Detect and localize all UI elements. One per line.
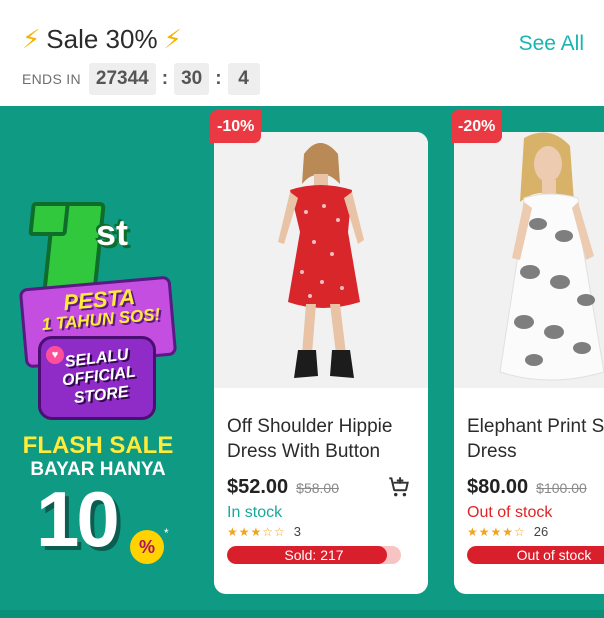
sale-title: ⚡ Sale 30% ⚡ [22, 24, 182, 55]
discount-badge: -10% [210, 110, 262, 143]
rating-stars: ★★★☆☆ [227, 524, 286, 539]
stock-status: In stock [227, 504, 283, 521]
price-row: $80.00 $100.00 [467, 476, 587, 499]
red-dress-photo [214, 132, 428, 388]
rating-stars: ★★★★☆ [467, 524, 526, 539]
price-number: 10 [36, 475, 120, 563]
rating-row: ★★★★☆ 26 [467, 524, 548, 539]
elephant-dress-photo [454, 132, 604, 388]
flash-sale-header: ⚡ Sale 30% ⚡ See All ENDS IN 27344 : 30 … [0, 0, 604, 106]
lightning-icon: ⚡ [22, 24, 41, 54]
stock-status: Out of stock [467, 504, 553, 521]
product-name[interactable]: Elephant Print Swing Dress [467, 414, 604, 464]
promo-banner[interactable]: st PESTA 1 TAHUN SOS! ♥ SELALU OFFICIAL … [0, 106, 210, 618]
timer-separator: : [161, 68, 169, 89]
current-price: $52.00 [227, 476, 289, 498]
product-card[interactable]: Elephant Print Swing Dress $80.00 $100.0… [454, 132, 604, 594]
price-row: $52.00 $58.00 [227, 476, 339, 499]
timer-hours: 27344 [88, 63, 156, 95]
lightning-icon: ⚡ [163, 24, 182, 54]
add-to-cart-icon[interactable] [386, 474, 412, 500]
promo-section: st PESTA 1 TAHUN SOS! ♥ SELALU OFFICIAL … [0, 106, 604, 618]
see-all-link[interactable]: See All [519, 32, 584, 56]
sold-progress-label: Sold: 217 [284, 547, 344, 563]
sold-progress-bar: Out of stock [467, 546, 604, 564]
asterisk: * [164, 526, 169, 540]
original-price: $58.00 [296, 480, 339, 496]
ends-in-label: ENDS IN [22, 71, 81, 87]
product-name[interactable]: Off Shoulder Hippie Dress With Button [227, 414, 423, 464]
rank-suffix: st [96, 212, 129, 253]
sale-title-text: Sale 30% [46, 24, 158, 54]
original-price: $100.00 [536, 480, 587, 496]
timer-minutes: 30 [174, 63, 210, 95]
review-count: 26 [533, 524, 549, 539]
flash-sale-label: FLASH SALE [22, 432, 174, 459]
timer-separator: : [215, 68, 222, 89]
discount-badge: -20% [451, 110, 503, 143]
current-price: $80.00 [467, 476, 529, 498]
sold-progress-label: Out of stock [516, 547, 592, 563]
rating-row: ★★★☆☆ 3 [227, 524, 301, 539]
product-image[interactable] [214, 132, 428, 388]
product-card[interactable]: Off Shoulder Hippie Dress With Button $5… [214, 132, 428, 594]
timer-seconds: 4 [227, 63, 260, 95]
section-divider [0, 610, 604, 618]
countdown-timer: ENDS IN 27344 : 30 : 4 [22, 63, 260, 95]
percent-badge: % [130, 530, 164, 564]
review-count: 3 [293, 524, 302, 539]
product-image[interactable] [454, 132, 604, 388]
sold-progress-bar: Sold: 217 [227, 546, 401, 564]
